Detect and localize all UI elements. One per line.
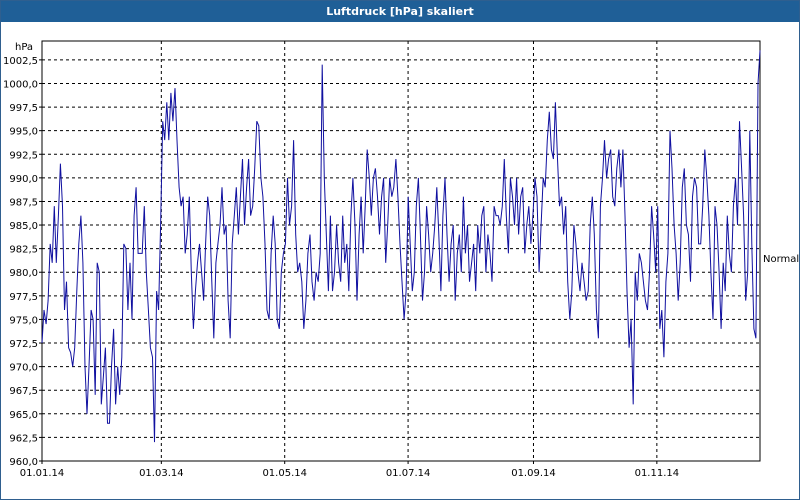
window-title: Luftdruck [hPa] skaliert bbox=[1, 1, 799, 22]
y-tick-label: 975,0 bbox=[9, 315, 38, 326]
y-tick-label: 990,0 bbox=[9, 174, 38, 185]
y-tick-label: 962,5 bbox=[9, 433, 38, 444]
x-tick-label: 01.09.14 bbox=[511, 468, 556, 479]
y-tick-label: 965,0 bbox=[9, 410, 38, 421]
y-tick-label: 987,5 bbox=[9, 197, 38, 208]
plot-area bbox=[41, 40, 761, 462]
y-tick-label: 960,0 bbox=[9, 457, 38, 468]
pressure-chart: 960,0 962,5 965,0 967,5 970,0 972,5 975,0 977,5… bbox=[3, 40, 799, 479]
x-tick-label: 01.03.14 bbox=[139, 468, 184, 479]
y-tick-label: 997,5 bbox=[9, 103, 38, 114]
y-axis-unit-label: hPa bbox=[15, 42, 33, 53]
chart-window: Luftdruck [hPa] skaliert 960,0 962,5 965,0… bbox=[0, 0, 800, 500]
y-tick-label: 995,0 bbox=[9, 127, 38, 138]
y-tick-label: 1002,5 bbox=[3, 56, 38, 67]
x-tick-label: 01.01.14 bbox=[20, 468, 65, 479]
reference-label: Normal bbox=[763, 254, 799, 265]
x-tick-label: 01.05.14 bbox=[262, 468, 307, 479]
y-tick-label: 985,0 bbox=[9, 221, 38, 232]
y-tick-label: 977,5 bbox=[9, 292, 38, 303]
y-axis-ticks: 960,0 962,5 965,0 967,5 970,0 972,5 975,0 977,5… bbox=[3, 56, 42, 468]
y-tick-label: 992,5 bbox=[9, 150, 38, 161]
y-tick-label: 982,5 bbox=[9, 245, 38, 256]
y-tick-label: 970,0 bbox=[9, 363, 38, 374]
x-axis-ticks: 01.01.14 01.03.14 01.05.14 01.07.14 01.09.14… bbox=[20, 461, 679, 479]
x-tick-label: 01.07.14 bbox=[386, 468, 431, 479]
y-tick-label: 972,5 bbox=[9, 339, 38, 350]
y-tick-label: 967,5 bbox=[9, 386, 38, 397]
y-tick-label: 980,0 bbox=[9, 268, 38, 279]
x-tick-label: 01.11.14 bbox=[635, 468, 680, 479]
y-tick-label: 1000,0 bbox=[3, 79, 38, 90]
